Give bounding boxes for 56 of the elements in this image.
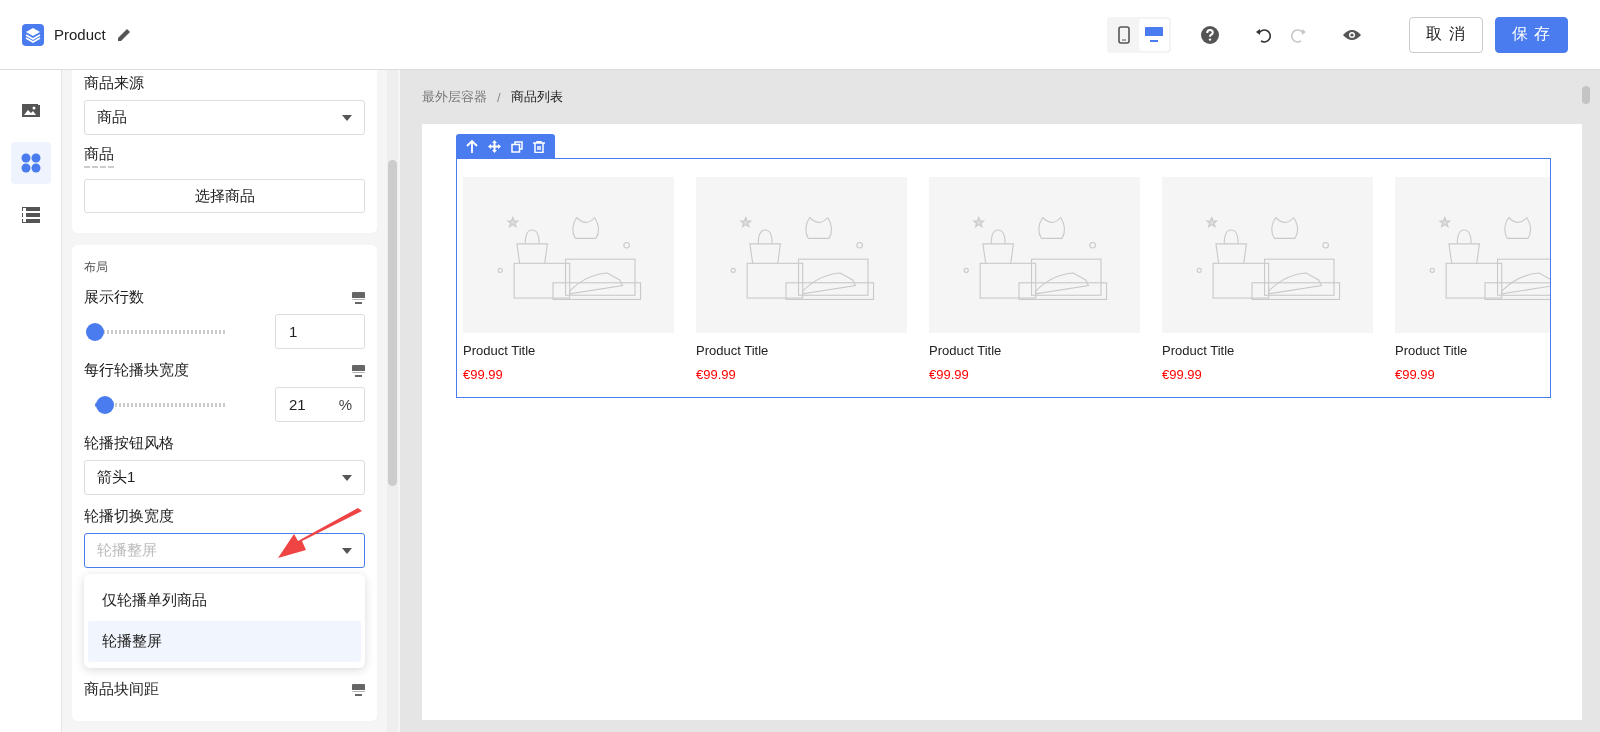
monitor-icon <box>352 291 365 304</box>
dropdown-field[interactable]: 商品 <box>84 100 365 135</box>
monitor-icon <box>352 683 365 696</box>
field-label: 展示行数 <box>84 288 144 307</box>
breadcrumb-item[interactable]: 最外层容器 <box>422 88 487 106</box>
dropdown-field[interactable]: 箭头1 <box>84 460 365 495</box>
list-icon <box>20 205 41 225</box>
caret-icon <box>342 547 352 554</box>
product-price: €99.99 <box>1162 367 1203 382</box>
field-label: 商品 <box>84 145 114 168</box>
field-label: 每行轮播块宽度 <box>84 361 189 380</box>
menu-item[interactable]: 仅轮播单列商品 <box>88 580 361 621</box>
field-label: 轮播切换宽度 <box>84 507 175 526</box>
pencil-icon[interactable] <box>115 26 132 43</box>
trash-icon[interactable] <box>533 140 545 153</box>
section-title: 布局 <box>84 259 109 276</box>
eye-icon[interactable] <box>1343 28 1362 41</box>
sidebar-tab[interactable] <box>10 142 51 184</box>
product-price: €99.99 <box>929 367 970 382</box>
page-title: Product <box>54 26 106 43</box>
select-product-button[interactable]: 选择商品 <box>84 179 365 213</box>
slider-track[interactable] <box>86 322 226 341</box>
caret-icon <box>342 474 352 481</box>
arrow-up-icon[interactable] <box>466 140 478 153</box>
unit-label: % <box>338 396 352 413</box>
field-label: 商品来源 <box>84 74 145 93</box>
phone-icon <box>1118 25 1131 44</box>
monitor-icon <box>352 364 365 377</box>
number-field[interactable]: 21 % <box>275 387 365 422</box>
product-price: €99.99 <box>463 367 504 382</box>
product-title: Product Title <box>463 343 537 358</box>
four-dots-icon <box>20 153 41 173</box>
slider-thumb[interactable] <box>95 395 114 414</box>
move-icon[interactable] <box>488 140 501 153</box>
layers-icon <box>22 23 44 46</box>
undo-icon[interactable] <box>1255 26 1272 43</box>
number-field[interactable]: 1 <box>275 314 365 349</box>
slider-thumb[interactable] <box>86 322 104 341</box>
field-label: 轮播按钮风格 <box>84 434 175 453</box>
menu-item[interactable]: 轮播整屏 <box>88 621 361 662</box>
help-icon[interactable] <box>1201 25 1220 44</box>
product-price: €99.99 <box>1395 367 1436 382</box>
copy-icon[interactable] <box>511 140 523 153</box>
monitor-icon <box>1145 26 1164 43</box>
product-title: Product Title <box>929 343 1003 358</box>
save-button[interactable]: 保 存 <box>1494 16 1568 53</box>
field-label: 商品块间距 <box>84 680 159 699</box>
product-title: Product Title <box>1395 343 1469 358</box>
breadcrumb-separator: / <box>497 89 501 105</box>
breadcrumb-item[interactable]: 商品列表 <box>510 88 563 106</box>
product-price: €99.99 <box>696 367 737 382</box>
cancel-button[interactable]: 取 消 <box>1409 16 1483 53</box>
product-title: Product Title <box>696 343 770 358</box>
caret-icon <box>342 114 352 121</box>
desktop-view-button[interactable] <box>1139 18 1170 51</box>
product-title: Product Title <box>1162 343 1236 358</box>
